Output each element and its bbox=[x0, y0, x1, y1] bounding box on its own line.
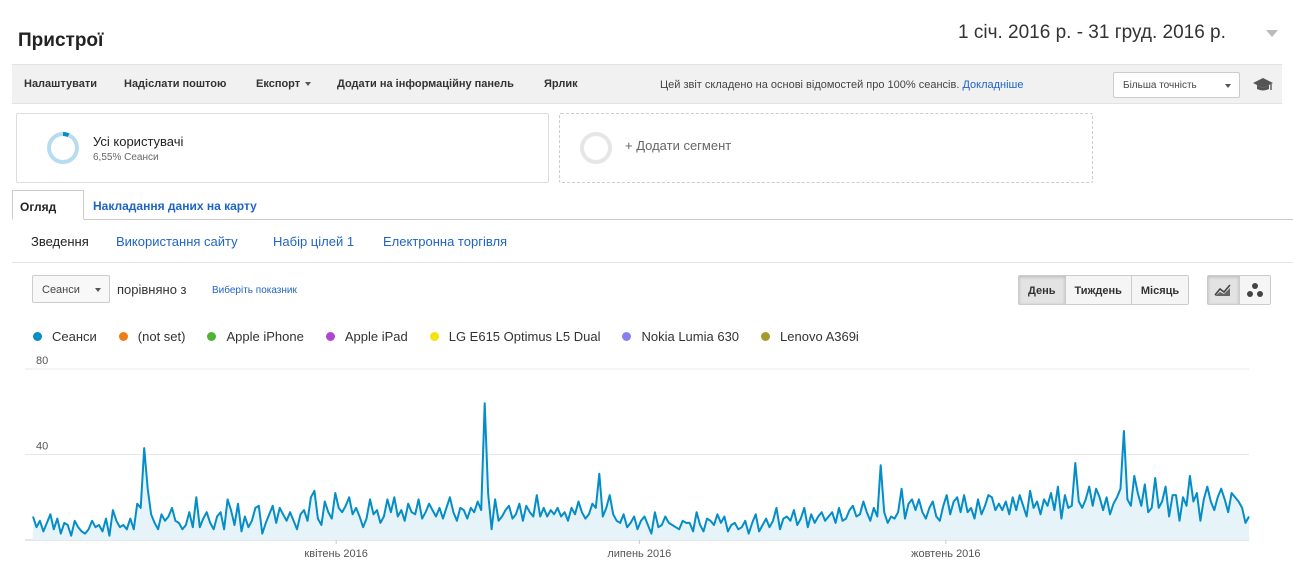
segment-ring-icon bbox=[47, 132, 79, 164]
legend-label: (not set) bbox=[137, 328, 186, 344]
learn-more-link[interactable]: Докладніше bbox=[962, 79, 1023, 91]
segment-name: Усі користувачі bbox=[93, 134, 184, 149]
add-segment-button[interactable]: + Додати сегмент bbox=[559, 113, 1093, 183]
compare-label: порівняно з bbox=[117, 282, 187, 297]
legend-item: Lenovo A369i bbox=[761, 329, 859, 344]
export-button[interactable]: Експорт bbox=[256, 78, 312, 90]
report-toolbar: Налаштувати Надіслати поштою Експорт Дод… bbox=[12, 64, 1282, 104]
subnav-divider bbox=[12, 262, 1293, 263]
export-label: Експорт bbox=[256, 78, 301, 90]
legend-dot-icon bbox=[325, 331, 335, 341]
y-tick-label: 40 bbox=[36, 441, 48, 453]
date-range-picker[interactable]: 1 січ. 2016 р. - 31 груд. 2016 р. bbox=[958, 22, 1226, 44]
legend-dot-icon bbox=[429, 331, 439, 341]
subnav-summary[interactable]: Зведення bbox=[31, 234, 89, 249]
select-metric-link[interactable]: Виберіть показник bbox=[212, 285, 297, 296]
precision-label: Більша точність bbox=[1123, 80, 1197, 91]
subnav-site-usage[interactable]: Використання сайту bbox=[116, 234, 238, 249]
line-chart-icon bbox=[1214, 284, 1232, 296]
segment-all-users[interactable]: Усі користувачі 6,55% Сеанси bbox=[16, 113, 549, 183]
legend-dot-icon bbox=[207, 331, 217, 341]
legend-dot-icon bbox=[33, 331, 42, 341]
period-month-button[interactable]: Місяць bbox=[1130, 276, 1189, 304]
legend-label: Apple iPad bbox=[344, 328, 408, 344]
chevron-down-icon bbox=[305, 82, 312, 87]
y-tick-label: 80 bbox=[36, 355, 48, 367]
subnav-ecommerce[interactable]: Електронна торгівля bbox=[383, 234, 507, 249]
sampling-note-text: Цей звіт складено на основі відомостей п… bbox=[660, 79, 960, 91]
tabs-divider bbox=[12, 219, 1293, 220]
legend-item: Сеанси bbox=[33, 329, 97, 344]
legend-dot-icon bbox=[622, 331, 632, 341]
page-title: Пристрої bbox=[18, 30, 104, 51]
legend-item: Apple iPad bbox=[325, 328, 408, 344]
add-to-dashboard-button[interactable]: Додати на інформаційну панель bbox=[337, 78, 514, 90]
period-week-button[interactable]: Тиждень bbox=[1064, 276, 1131, 304]
legend-label: Nokia Lumia 630 bbox=[641, 328, 740, 344]
sampling-note: Цей звіт складено на основі відомостей п… bbox=[660, 79, 1023, 91]
legend-item: (not set) bbox=[118, 328, 186, 344]
metric-select[interactable]: Сеанси bbox=[32, 275, 110, 303]
tab-map-overlay[interactable]: Накладання даних на карту bbox=[93, 199, 257, 213]
chevron-down-icon bbox=[95, 288, 101, 292]
add-segment-label: + Додати сегмент bbox=[625, 138, 732, 153]
legend-label: LG E615 Optimus L5 Dual bbox=[448, 328, 601, 344]
metric-label: Сеанси bbox=[42, 284, 80, 296]
x-tick-label: жовтень 2016 bbox=[911, 548, 980, 560]
tab-overview[interactable]: Огляд bbox=[12, 190, 84, 220]
graduation-cap-icon[interactable] bbox=[1252, 77, 1274, 93]
bubble-chart-icon bbox=[1246, 283, 1263, 297]
chart-legend: Сеанси (not set) Apple iPhone Apple iPad LG … bbox=[33, 328, 881, 344]
legend-item: LG E615 Optimus L5 Dual bbox=[429, 328, 601, 344]
chevron-down-icon bbox=[1225, 84, 1231, 88]
customize-button[interactable]: Налаштувати bbox=[24, 78, 97, 90]
legend-label: Apple iPhone bbox=[226, 328, 304, 344]
legend-item: Nokia Lumia 630 bbox=[622, 329, 739, 344]
motion-chart-view-button[interactable] bbox=[1238, 276, 1270, 304]
sessions-line-chart: 40 80 квітень 2016 липень 2016 жовтень 2016 bbox=[25, 355, 1250, 560]
shortcut-button[interactable]: Ярлик bbox=[544, 78, 578, 90]
chart-view-toggle bbox=[1207, 275, 1271, 305]
x-tick-label: квітень 2016 bbox=[304, 548, 367, 560]
date-range-chevron-down-icon[interactable] bbox=[1266, 30, 1278, 37]
precision-select[interactable]: Більша точність bbox=[1113, 72, 1240, 98]
legend-dot-icon bbox=[118, 331, 128, 341]
line-chart-view-button[interactable] bbox=[1208, 276, 1239, 304]
subnav-goal-set-1[interactable]: Набір цілей 1 bbox=[273, 234, 354, 249]
legend-label: Lenovo A369i bbox=[780, 328, 859, 344]
x-tick-label: липень 2016 bbox=[607, 548, 671, 560]
period-toggle: День Тиждень Місяць bbox=[1018, 275, 1190, 305]
legend-label: Сеанси bbox=[52, 328, 97, 344]
period-day-button[interactable]: День bbox=[1019, 276, 1065, 304]
segment-share: 6,55% Сеанси bbox=[93, 152, 159, 163]
legend-item: Apple iPhone bbox=[207, 328, 304, 344]
empty-segment-ring-icon bbox=[580, 132, 612, 164]
email-button[interactable]: Надіслати поштою bbox=[124, 78, 226, 90]
legend-dot-icon bbox=[761, 331, 771, 341]
